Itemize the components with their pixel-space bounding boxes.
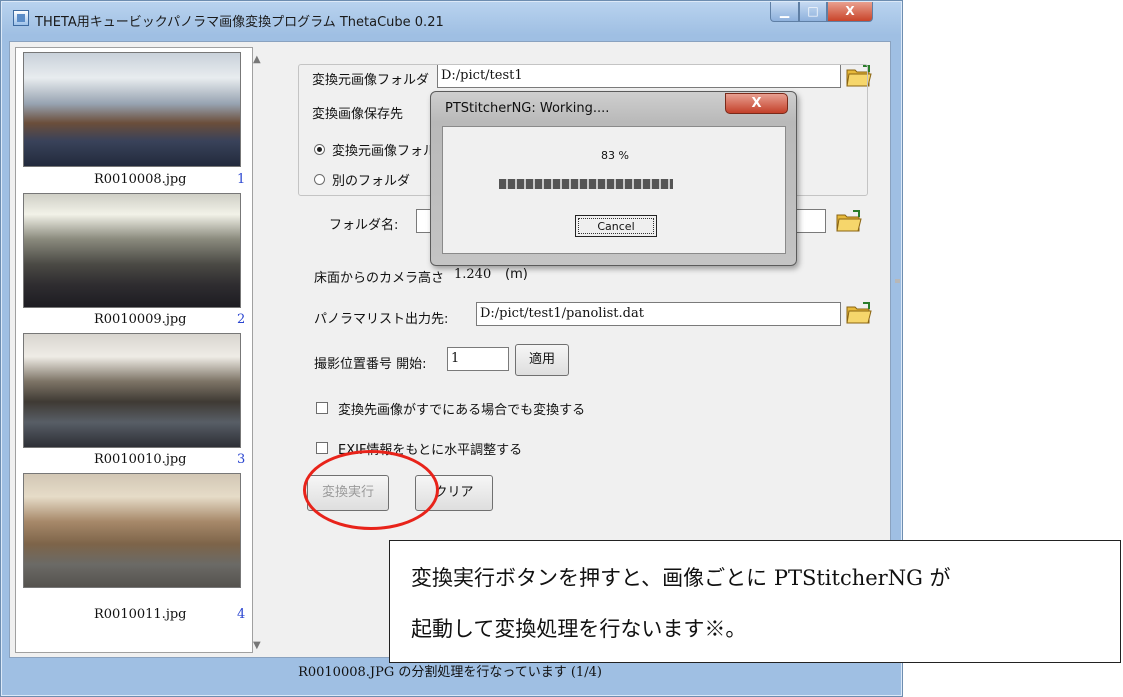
thumbnail-index: 2 — [237, 312, 246, 327]
save-group-label: 変換画像保存先 — [309, 103, 407, 122]
scroll-up-arrow[interactable]: ▲ — [253, 54, 261, 65]
panolist-browse-icon[interactable] — [845, 300, 873, 326]
close-button[interactable]: X — [827, 2, 873, 22]
title-bar[interactable]: THETA用キュービックパノラマ画像変換プログラム ThetaCube 0.21… — [1, 1, 904, 37]
progress-dialog: PTStitcherNG: Working.... X 83 % Cancel — [430, 91, 797, 266]
scroll-down-arrow[interactable]: ▼ — [253, 640, 261, 651]
camera-height-value[interactable]: 1.240 — [454, 267, 491, 282]
thumbnail-image[interactable] — [23, 193, 241, 308]
folder-name-label: フォルダ名: — [329, 218, 399, 233]
scrollbar-grip[interactable] — [895, 279, 900, 283]
thumbnail-filename: R0010009.jpg — [94, 312, 187, 327]
minimize-button[interactable]: ▁ — [770, 2, 799, 22]
thumbnail-image[interactable] — [23, 333, 241, 448]
overwrite-checkbox[interactable] — [316, 402, 328, 414]
dialog-close-button[interactable]: X — [725, 93, 788, 114]
thumbnail-image[interactable] — [23, 473, 241, 588]
thumbnail-filename: R0010008.jpg — [94, 172, 187, 187]
dialog-cancel-button[interactable]: Cancel — [575, 215, 657, 237]
maximize-button[interactable]: □ — [799, 2, 827, 22]
folder-name-browse-icon[interactable] — [835, 208, 863, 234]
exif-checkbox[interactable] — [316, 442, 328, 454]
annotation-line-1: 変換実行ボタンを押すと、画像ごとに PTStitcherNG が — [411, 566, 951, 590]
highlight-circle — [303, 450, 439, 530]
thumbnail-index: 1 — [237, 172, 246, 187]
annotation-line-2: 起動して変換処理を行ないます※。 — [411, 617, 747, 641]
panolist-input[interactable]: D:/pict/test1/panolist.dat — [476, 302, 841, 326]
thumbnail-filename: R0010011.jpg — [94, 607, 187, 622]
position-label: 撮影位置番号 開始: — [314, 357, 427, 372]
thumbnail-list[interactable]: R0010008.jpg 1 R0010009.jpg 2 R0010010.j… — [15, 47, 253, 653]
radio-other-folder[interactable] — [314, 174, 325, 185]
progress-bar — [499, 179, 709, 189]
status-bar: R0010008.JPG の分割処理を行なっています (1/4) — [298, 665, 602, 680]
position-input[interactable]: 1 — [447, 347, 509, 371]
camera-height-unit: (m) — [505, 267, 528, 282]
overwrite-checkbox-label: 変換先画像がすでにある場合でも変換する — [338, 403, 586, 418]
radio-other-folder-label: 別のフォルダ — [332, 174, 411, 189]
panolist-label: パノラマリスト出力先: — [314, 312, 449, 327]
dialog-cancel-label: Cancel — [578, 218, 654, 234]
app-icon — [13, 10, 29, 26]
thumbnail-index: 3 — [237, 452, 246, 467]
window-title: THETA用キュービックパノラマ画像変換プログラム ThetaCube 0.21 — [35, 15, 444, 30]
thumbnail-index: 4 — [237, 607, 246, 622]
thumbnail-image[interactable] — [23, 52, 241, 167]
dialog-title: PTStitcherNG: Working.... — [445, 101, 610, 116]
dialog-body: 83 % Cancel — [442, 126, 786, 254]
apply-button[interactable]: 適用 — [515, 344, 569, 376]
progress-bar-fill — [499, 179, 674, 189]
thumbnail-filename: R0010010.jpg — [94, 452, 187, 467]
annotation-box: 変換実行ボタンを押すと、画像ごとに PTStitcherNG が 起動して変換処… — [389, 540, 1121, 663]
camera-height-label: 床面からのカメラ高さ — [314, 271, 445, 286]
radio-same-folder[interactable] — [314, 144, 325, 155]
progress-percent-text: 83 % — [601, 149, 629, 162]
